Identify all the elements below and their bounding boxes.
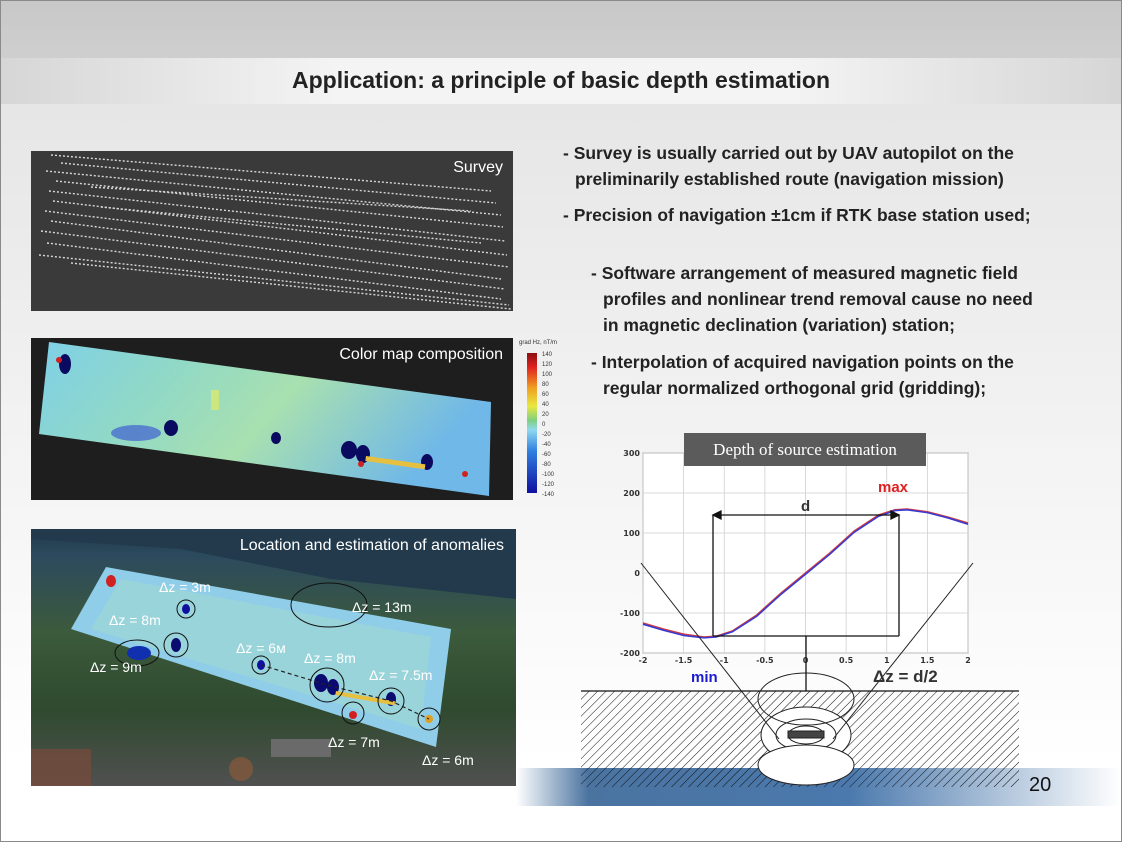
label-max: max [878, 479, 909, 496]
x-tick-label: -1.5 [675, 656, 693, 665]
y-tick-label: -100 [620, 609, 640, 618]
anomaly-label-7: Δz = 13m [352, 599, 412, 615]
y-tick-label: 200 [623, 489, 640, 498]
colorbar-tick: -20 [542, 432, 551, 438]
bullet-3: - Software arrangement of measured magne… [591, 260, 1033, 338]
x-tick-label: 1.5 [920, 656, 935, 665]
y-tick-label: -200 [620, 649, 640, 658]
bullet-4: - Interpolation of acquired navigation p… [591, 349, 1014, 401]
colorbar-tick: -100 [542, 472, 555, 478]
bullet-2-line-1: - Precision of navigation ±1cm if RTK ba… [563, 205, 1031, 225]
colorbar-title: grad Hz, nT/m [519, 340, 558, 346]
anomaly-label-9: Δz = 6m [422, 752, 474, 768]
anomalies-label: Location and estimation of anomalies [239, 537, 504, 554]
colorbar-tick: -120 [542, 482, 555, 488]
y-tick-label: 100 [623, 529, 640, 538]
anomaly-label-3: Δz = 9m [90, 659, 142, 675]
colorbar-tick: 60 [542, 392, 549, 398]
colorbar-tick: 140 [542, 352, 553, 358]
anomaly-label-1: Δz = 3m [159, 579, 211, 595]
bullet-1: - Survey is usually carried out by UAV a… [563, 140, 1014, 192]
depth-chart: -2 -1.5 -1 -0.5 0 0.5 1 1.5 23002001000-100-200 [581, 449, 1019, 787]
x-tick-label: 0.5 [839, 656, 854, 665]
anomalies-panel: Location and estimation of anomalies Δz … [31, 529, 516, 786]
y-tick-label: 0 [634, 569, 640, 578]
bullet-3-line-2: profiles and nonlinear trend removal cau… [603, 289, 1033, 309]
label-d: d [801, 498, 810, 515]
colorbar-tick: 40 [542, 402, 549, 408]
anomalies-map [31, 529, 516, 786]
x-tick-label: -0.5 [756, 656, 774, 665]
colorbar-tick: 120 [542, 362, 553, 368]
anomaly-label-4: Δz = 6м [236, 640, 286, 656]
x-tick-label: 2 [965, 656, 971, 665]
colormap-panel: Color map composition [31, 338, 513, 500]
y-tick-label: 300 [623, 449, 640, 458]
anomaly-label-2: Δz = 8m [109, 612, 161, 628]
survey-tracks [38, 154, 512, 310]
label-dz: Δz = d/2 [873, 667, 938, 686]
colorbar-tick: -80 [542, 462, 551, 468]
survey-label: Survey [453, 159, 503, 176]
colorbar-tick: 80 [542, 382, 549, 388]
colorbar-tick: -60 [542, 452, 551, 458]
x-tick-label: -1 [720, 656, 729, 665]
depth-chart-title: Depth of source estimation [684, 433, 926, 466]
bullet-3-line-1: - Software arrangement of measured magne… [591, 263, 1018, 283]
bullet-1-line-1: - Survey is usually carried out by UAV a… [563, 143, 1014, 163]
bullet-2: - Precision of navigation ±1cm if RTK ba… [563, 202, 1031, 228]
anomaly-label-5: Δz = 8m [304, 650, 356, 666]
bullet-1-line-2: preliminarily established route (navigat… [575, 169, 1004, 189]
colorbar-tick: -140 [542, 492, 555, 498]
colorbar-tick: 20 [542, 412, 549, 418]
bullet-3-line-3: in magnetic declination (variation) stat… [603, 315, 955, 335]
anomaly-label-6: Δz = 7.5m [369, 667, 433, 683]
bullet-4-line-2: regular normalized orthogonal grid (grid… [603, 378, 987, 398]
slide: Application: a principle of basic depth … [0, 0, 1122, 842]
colorbar-tick: -40 [542, 442, 551, 448]
survey-panel: Survey [31, 151, 513, 311]
colorbar-tick: 100 [542, 372, 553, 378]
colorbar [527, 353, 537, 493]
slide-title: Application: a principle of basic depth … [291, 67, 830, 93]
colormap-label: Color map composition [339, 346, 503, 363]
x-tick-label: 1 [884, 656, 890, 665]
colorbar-tick: 0 [542, 422, 546, 428]
anomaly-label-8: Δz = 7m [328, 734, 380, 750]
bullet-4-line-1: - Interpolation of acquired navigation p… [591, 352, 1014, 372]
label-min: min [691, 669, 718, 686]
